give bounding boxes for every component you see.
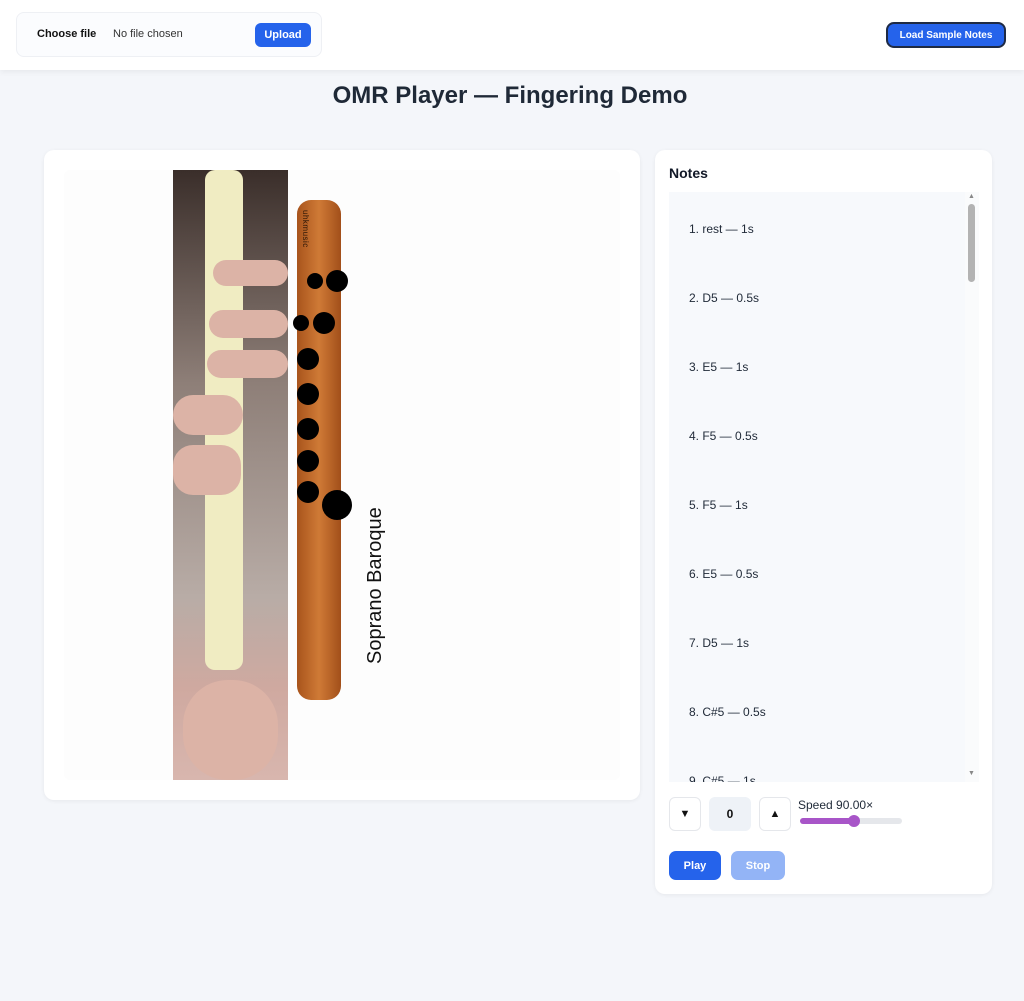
note-item[interactable]: 3. E5 — 1s [669,330,965,399]
notes-card: Notes 1. rest — 1s 2. D5 — 0.5s 3. E5 — … [655,150,992,894]
finger-hole-icon [322,490,352,520]
finger-hole-icon [326,270,348,292]
recorder-type-label: Soprano Baroque [364,507,386,664]
photo-finger [173,445,241,495]
photo-face [183,680,278,780]
file-name-text: No file chosen [113,28,183,40]
scrollbar-thumb[interactable] [968,204,975,282]
note-item[interactable]: 4. F5 — 0.5s [669,399,965,468]
finger-hole-icon [297,348,319,370]
choose-file-button[interactable]: Choose file [37,28,96,40]
note-item[interactable]: 5. F5 — 1s [669,468,965,537]
photo-finger [209,310,288,338]
scroll-up-icon[interactable]: ▲ [968,193,975,200]
speed-label: Speed 90.00× [798,798,874,812]
note-item[interactable]: 1. rest — 1s [669,192,965,261]
speed-slider-handle[interactable] [848,815,861,827]
note-item[interactable]: 9. C#5 — 1s [669,744,965,782]
photo-finger [213,260,288,286]
note-item[interactable]: 6. E5 — 0.5s [669,537,965,606]
player-photo [173,170,288,780]
note-item[interactable]: 2. D5 — 0.5s [669,261,965,330]
notes-scrollbar[interactable]: ▲ ▼ [965,192,979,782]
note-item[interactable]: 7. D5 — 1s [669,606,965,675]
top-toolbar: Choose file No file chosen Upload Load S… [0,0,1024,70]
step-up-button[interactable]: ▲ [759,797,791,831]
notes-list[interactable]: 1. rest — 1s 2. D5 — 0.5s 3. E5 — 1s 4. … [669,192,965,782]
speed-slider[interactable] [800,815,902,827]
finger-hole-icon [297,383,319,405]
upload-button[interactable]: Upload [255,23,311,47]
finger-hole-icon [297,418,319,440]
step-value[interactable]: 0 [709,797,751,831]
file-picker: Choose file No file chosen Upload [16,12,322,57]
finger-hole-icon [297,481,319,503]
chevron-up-icon: ▲ [769,808,781,820]
finger-hole-icon [313,312,335,334]
photo-finger [207,350,288,378]
notes-heading: Notes [669,165,708,181]
page-title: OMR Player — Fingering Demo [332,82,688,109]
step-down-button[interactable]: ▼ [669,797,701,831]
thumb-hole-icon [307,273,323,289]
fingering-card: uhkmusic Soprano Baroque [44,150,640,800]
fingering-image: uhkmusic Soprano Baroque [64,170,620,780]
recorder-brand-text: uhkmusic [301,210,310,248]
stop-button[interactable]: Stop [731,851,785,880]
speed-slider-fill [800,818,855,824]
scroll-down-icon[interactable]: ▼ [968,770,975,777]
finger-hole-icon [297,450,319,472]
note-item[interactable]: 8. C#5 — 0.5s [669,675,965,744]
photo-finger [173,395,243,435]
chevron-down-icon: ▼ [679,808,691,820]
finger-hole-icon [293,315,309,331]
load-sample-notes-button[interactable]: Load Sample Notes [886,22,1006,48]
play-button[interactable]: Play [669,851,721,880]
